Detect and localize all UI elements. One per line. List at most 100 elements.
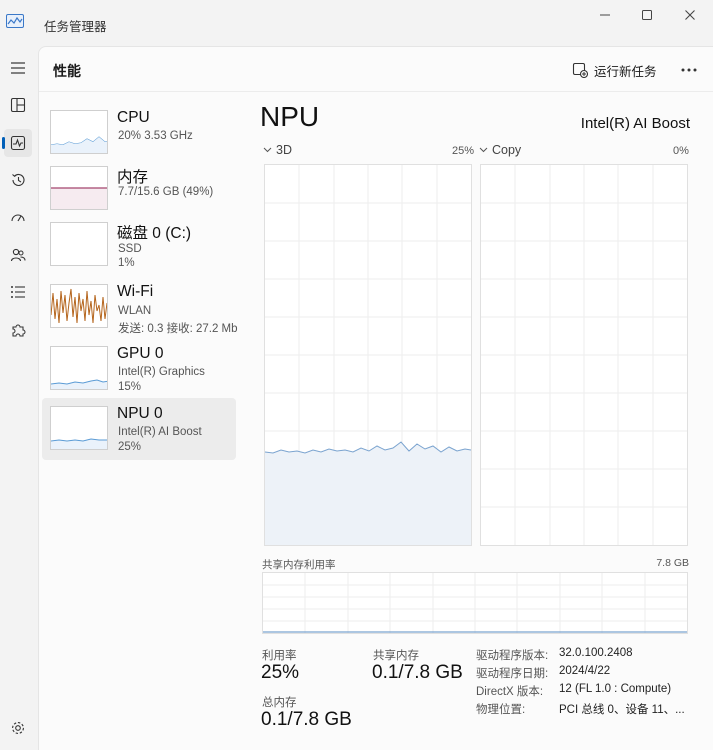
device-thumbnail — [50, 284, 108, 328]
shared-memory-value: 0.1/7.8 GB — [372, 662, 463, 683]
run-new-task-button[interactable]: 运行新任务 — [572, 57, 657, 83]
device-name: 磁盘 0 (C:) — [117, 225, 192, 242]
more-options-button[interactable] — [675, 57, 703, 83]
nav-performance[interactable] — [2, 129, 32, 157]
nav-startup-apps[interactable] — [4, 204, 32, 232]
graph-3d-max: 25% — [452, 145, 475, 157]
nav-services[interactable] — [4, 316, 32, 344]
shared-memory-plot — [263, 573, 687, 633]
detail-device-name: Intel(R) AI Boost — [580, 115, 690, 132]
hamburger-icon — [11, 62, 25, 74]
device-usage: 1% — [118, 257, 135, 269]
utilization-label: 利用率 — [262, 650, 297, 662]
disk-sparkline — [51, 223, 108, 266]
navigation-rail — [0, 46, 36, 750]
task-manager-app-icon — [6, 14, 24, 28]
device-name: NPU 0 — [117, 405, 163, 422]
graph-3d-label: 3D — [276, 143, 292, 157]
maximize-icon — [642, 10, 652, 20]
gear-icon — [12, 722, 24, 734]
run-task-icon — [572, 62, 588, 78]
directx-version-value: 12 (FL 1.0 : Compute) — [559, 683, 672, 695]
chevron-down-icon — [263, 147, 272, 153]
device-item-disk[interactable]: 磁盘 0 (C:) SSD 1% — [42, 214, 236, 276]
memory-sparkline — [51, 187, 107, 209]
window-title: 任务管理器 — [44, 20, 107, 34]
utilization-value: 25% — [261, 662, 300, 683]
detail-title: NPU — [260, 101, 320, 132]
details-list-icon — [11, 286, 25, 298]
device-throughput: 发送: 0.3 接收: 27.2 Mb — [118, 323, 238, 335]
device-item-wifi[interactable]: Wi-Fi WLAN 发送: 0.3 接收: 27.2 Mb — [42, 276, 238, 338]
device-item-npu[interactable]: NPU 0 Intel(R) AI Boost 25% — [42, 398, 236, 460]
driver-date-key: 驱动程序日期: — [476, 668, 549, 680]
device-usage: 15% — [118, 381, 142, 393]
nav-details[interactable] — [4, 278, 32, 306]
graph-3d-selector[interactable]: 3D — [263, 143, 292, 157]
performance-icon — [10, 135, 26, 151]
driver-version-key: 驱动程序版本: — [476, 650, 549, 662]
physical-location-value: PCI 总线 0、设备 11、... — [559, 704, 685, 716]
run-new-task-label: 运行新任务 — [594, 64, 657, 79]
gpu-sparkline — [51, 379, 107, 389]
device-item-cpu[interactable]: CPU 20% 3.53 GHz — [42, 102, 236, 164]
device-name: Wi-Fi — [117, 283, 154, 300]
shared-memory-label: 共享内存 — [373, 650, 419, 662]
total-memory-label: 总内存 — [262, 697, 297, 709]
graph-copy-selector[interactable]: Copy — [479, 143, 521, 157]
device-thumbnail — [50, 166, 108, 210]
device-item-gpu[interactable]: GPU 0 Intel(R) Graphics 15% — [42, 338, 236, 400]
nav-app-history[interactable] — [4, 166, 32, 194]
shared-memory-graph-label: 共享内存利用率 — [262, 559, 336, 571]
device-usage: 25% — [118, 441, 142, 453]
close-button[interactable] — [670, 4, 710, 26]
device-detail: 7.7/15.6 GB (49%) — [118, 186, 214, 198]
graph-copy — [480, 164, 688, 546]
graph-copy-label: Copy — [492, 143, 522, 157]
hamburger-menu-button[interactable] — [4, 54, 32, 82]
graph-copy-max: 0% — [673, 145, 689, 157]
ellipsis-icon — [681, 68, 697, 72]
users-icon — [10, 248, 26, 262]
maximize-button[interactable] — [627, 4, 667, 26]
history-icon — [12, 173, 25, 186]
device-detail: WLAN — [118, 305, 152, 317]
device-detail: SSD — [118, 243, 142, 255]
shared-memory-graph-max: 7.8 GB — [656, 557, 689, 569]
device-name: GPU 0 — [117, 345, 164, 362]
nav-users[interactable] — [4, 241, 32, 269]
page-title: 性能 — [53, 63, 81, 79]
device-item-memory[interactable]: 内存 7.7/15.6 GB (49%) — [42, 158, 236, 220]
device-thumbnail — [50, 406, 108, 450]
processes-icon — [10, 97, 26, 113]
minimize-button[interactable] — [585, 4, 625, 26]
device-thumbnail — [50, 222, 108, 266]
directx-version-key: DirectX 版本: — [476, 686, 544, 698]
total-memory-value: 0.1/7.8 GB — [261, 709, 352, 730]
close-icon — [685, 10, 695, 20]
nav-settings[interactable] — [4, 714, 32, 742]
graph-3d — [264, 164, 472, 546]
device-detail: Intel(R) AI Boost — [118, 426, 202, 438]
graph-copy-plot — [481, 165, 687, 545]
device-name: 内存 — [117, 169, 149, 186]
puzzle-icon — [12, 324, 26, 337]
wifi-sparkline — [51, 288, 107, 324]
header-divider — [39, 91, 713, 92]
graph-3d-plot — [264, 165, 472, 545]
cpu-sparkline — [51, 136, 107, 153]
driver-date-value: 2024/4/22 — [559, 665, 611, 677]
content-area: 性能 运行新任务 CPU 20% 3.53 GHz 内存 7.7/15.6 GB… — [38, 46, 713, 750]
device-detail: Intel(R) Graphics — [118, 366, 205, 378]
driver-version-value: 32.0.100.2408 — [559, 647, 633, 659]
shared-memory-graph — [262, 572, 688, 634]
device-detail: 20% 3.53 GHz — [118, 130, 193, 142]
speedometer-icon — [11, 214, 25, 222]
device-thumbnail — [50, 346, 108, 390]
title-bar: 任务管理器 — [0, 0, 713, 46]
device-thumbnail — [50, 110, 108, 154]
nav-processes[interactable] — [4, 91, 32, 119]
device-name: CPU — [117, 109, 150, 126]
chevron-down-icon — [479, 147, 488, 153]
minimize-icon — [600, 14, 610, 16]
